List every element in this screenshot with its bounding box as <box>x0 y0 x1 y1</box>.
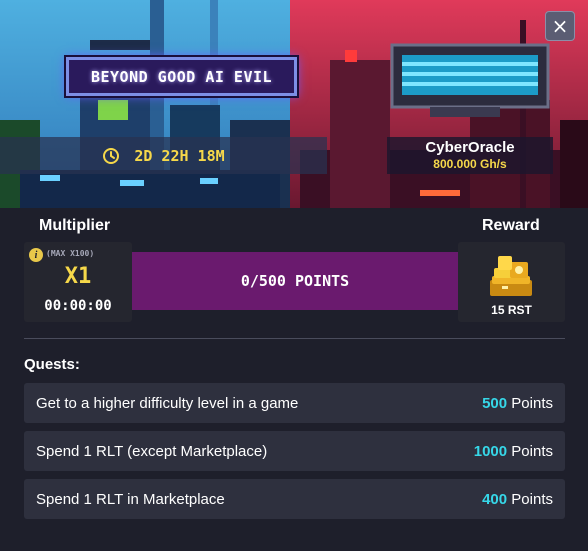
event-title: BEYOND GOOD AI EVIL <box>90 67 273 86</box>
multiplier-value: X1 <box>64 264 92 289</box>
quest-points-unit: Points <box>511 442 553 460</box>
quest-item[interactable]: Get to a higher difficulty level in a ga… <box>24 383 565 423</box>
quest-item[interactable]: Spend 1 RLT (except Marketplace) 1000 Po… <box>24 431 565 471</box>
quest-points: 400 Points <box>482 491 553 508</box>
quest-points-value: 500 <box>482 394 508 412</box>
quest-points: 500 Points <box>482 395 553 412</box>
reward-amount: 15 RST <box>491 303 532 317</box>
timer-text: 2D 22H 18M <box>134 146 225 165</box>
quest-points-unit: Points <box>511 394 553 412</box>
event-banner: BEYOND GOOD AI EVIL × 2D 22H 18M CyberOr… <box>0 0 588 208</box>
quest-title: Spend 1 RLT in Marketplace <box>36 490 225 508</box>
clock-icon <box>103 147 120 164</box>
multiplier-card: i (MAX X100) X1 00:00:00 <box>24 242 132 322</box>
quest-title: Spend 1 RLT (except Marketplace) <box>36 442 268 460</box>
quest-title: Get to a higher difficulty level in a ga… <box>36 394 299 412</box>
quests-heading: Quests: <box>24 356 80 373</box>
miner-name: CyberOracle <box>425 139 515 156</box>
quest-points-unit: Points <box>511 490 553 508</box>
close-button[interactable]: × <box>545 11 575 41</box>
quest-points: 1000 Points <box>474 443 553 460</box>
event-timer: 2D 22H 18M <box>0 137 327 174</box>
points-progress-bar: 0/500 POINTS <box>132 252 458 310</box>
info-icon[interactable]: i <box>29 248 43 262</box>
miner-power: 800.000 Gh/s <box>433 157 507 171</box>
progress-label: 0/500 POINTS <box>240 272 350 290</box>
miner-info: CyberOracle 800.000 Gh/s <box>387 137 553 174</box>
event-title-plate: BEYOND GOOD AI EVIL <box>66 57 297 96</box>
reward-heading: Reward <box>482 217 540 234</box>
banner-art <box>0 0 588 208</box>
quest-points-value: 400 <box>482 490 508 508</box>
reward-card: 15 RST <box>458 242 565 322</box>
gold-coins-icon <box>490 256 532 296</box>
close-icon: × <box>551 14 569 38</box>
quest-item[interactable]: Spend 1 RLT in Marketplace 400 Points <box>24 479 565 519</box>
quest-points-value: 1000 <box>473 442 508 460</box>
multiplier-timer: 00:00:00 <box>44 298 112 314</box>
max-multiplier-note: (MAX X100) <box>46 249 95 258</box>
multiplier-heading: Multiplier <box>39 217 111 234</box>
section-divider <box>24 338 565 339</box>
